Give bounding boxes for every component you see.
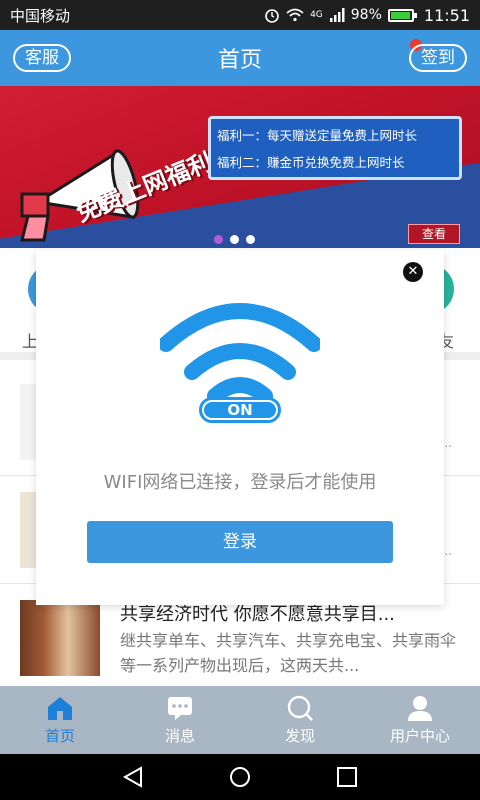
banner-benefits-box: 福利一：每天赠送定量免费上网时长 福利二：赚金币兑换免费上网时长 <box>208 116 462 180</box>
banner-benefit-2: 福利二：赚金币兑换免费上网时长 <box>217 155 405 170</box>
wifi-status-icon <box>286 8 304 22</box>
news-ellipsis: .. <box>444 544 452 558</box>
close-icon[interactable]: ✕ <box>403 262 423 282</box>
nav-item-discover[interactable]: 发现 <box>240 686 360 754</box>
home-icon <box>48 696 72 720</box>
battery-icon <box>387 8 417 22</box>
battery-percent: 98% <box>350 7 382 23</box>
wifi-on-text: ON <box>204 402 276 418</box>
checkin-button[interactable]: 签到 <box>409 44 467 72</box>
banner-benefit-1: 福利一：每天赠送定量免费上网时长 <box>217 128 418 143</box>
pager-dot[interactable] <box>214 235 223 244</box>
news-description: 继共享单车、共享汽车、共享充电宝、共享雨伞等一系列产物出现后，这两天共... <box>120 631 457 675</box>
nav-label: 首页 <box>44 726 75 745</box>
system-nav-bar <box>0 754 480 800</box>
nav-label: 消息 <box>164 726 195 745</box>
pager-dot[interactable] <box>246 235 255 244</box>
page-title: 首页 <box>217 48 262 73</box>
network-type-badge: 4G <box>310 10 323 20</box>
nav-item-home[interactable]: 首页 <box>0 686 120 754</box>
clock: 11:51 <box>423 5 470 25</box>
banner-pager <box>214 235 255 244</box>
banner-view-button[interactable]: 查看 <box>408 224 460 244</box>
home-circle-icon[interactable] <box>228 766 252 788</box>
pager-dot[interactable] <box>230 235 239 244</box>
bottom-nav: 首页 消息 发现 用户中心 <box>0 686 480 754</box>
nav-label: 发现 <box>284 726 315 745</box>
app-header: 客服 首页 签到 <box>0 30 480 86</box>
news-thumbnail <box>20 600 100 676</box>
login-button[interactable]: 登录 <box>87 521 393 563</box>
back-icon[interactable] <box>121 766 145 788</box>
message-icon <box>168 696 192 720</box>
nav-item-messages[interactable]: 消息 <box>120 686 240 754</box>
dialog-message: WIFI网络已连接，登录后才能使用 <box>103 472 377 493</box>
status-bar: 中国移动 4G 98% 11:51 <box>0 0 480 30</box>
promo-banner[interactable]: 免费上网福利 福利一：每天赠送定量免费上网时长 福利二：赚金币兑换免费上网时长 … <box>0 86 480 248</box>
recents-icon[interactable] <box>335 766 359 788</box>
status-icons: 4G 98% 11:51 <box>264 6 470 25</box>
wifi-on-badge: ON <box>199 397 281 423</box>
signal-icon <box>329 8 345 22</box>
alarm-icon <box>265 9 279 23</box>
customer-service-button[interactable]: 客服 <box>13 44 71 72</box>
wifi-login-dialog: ✕ ON WIFI网络已连接，登录后才能使用 登录 <box>36 250 444 605</box>
user-icon <box>408 695 432 721</box>
search-icon <box>287 695 313 721</box>
news-ellipsis: .. <box>444 436 452 450</box>
nav-item-user-center[interactable]: 用户中心 <box>360 686 480 754</box>
nav-label: 用户中心 <box>389 726 450 745</box>
carrier-name: 中国移动 <box>10 6 71 25</box>
